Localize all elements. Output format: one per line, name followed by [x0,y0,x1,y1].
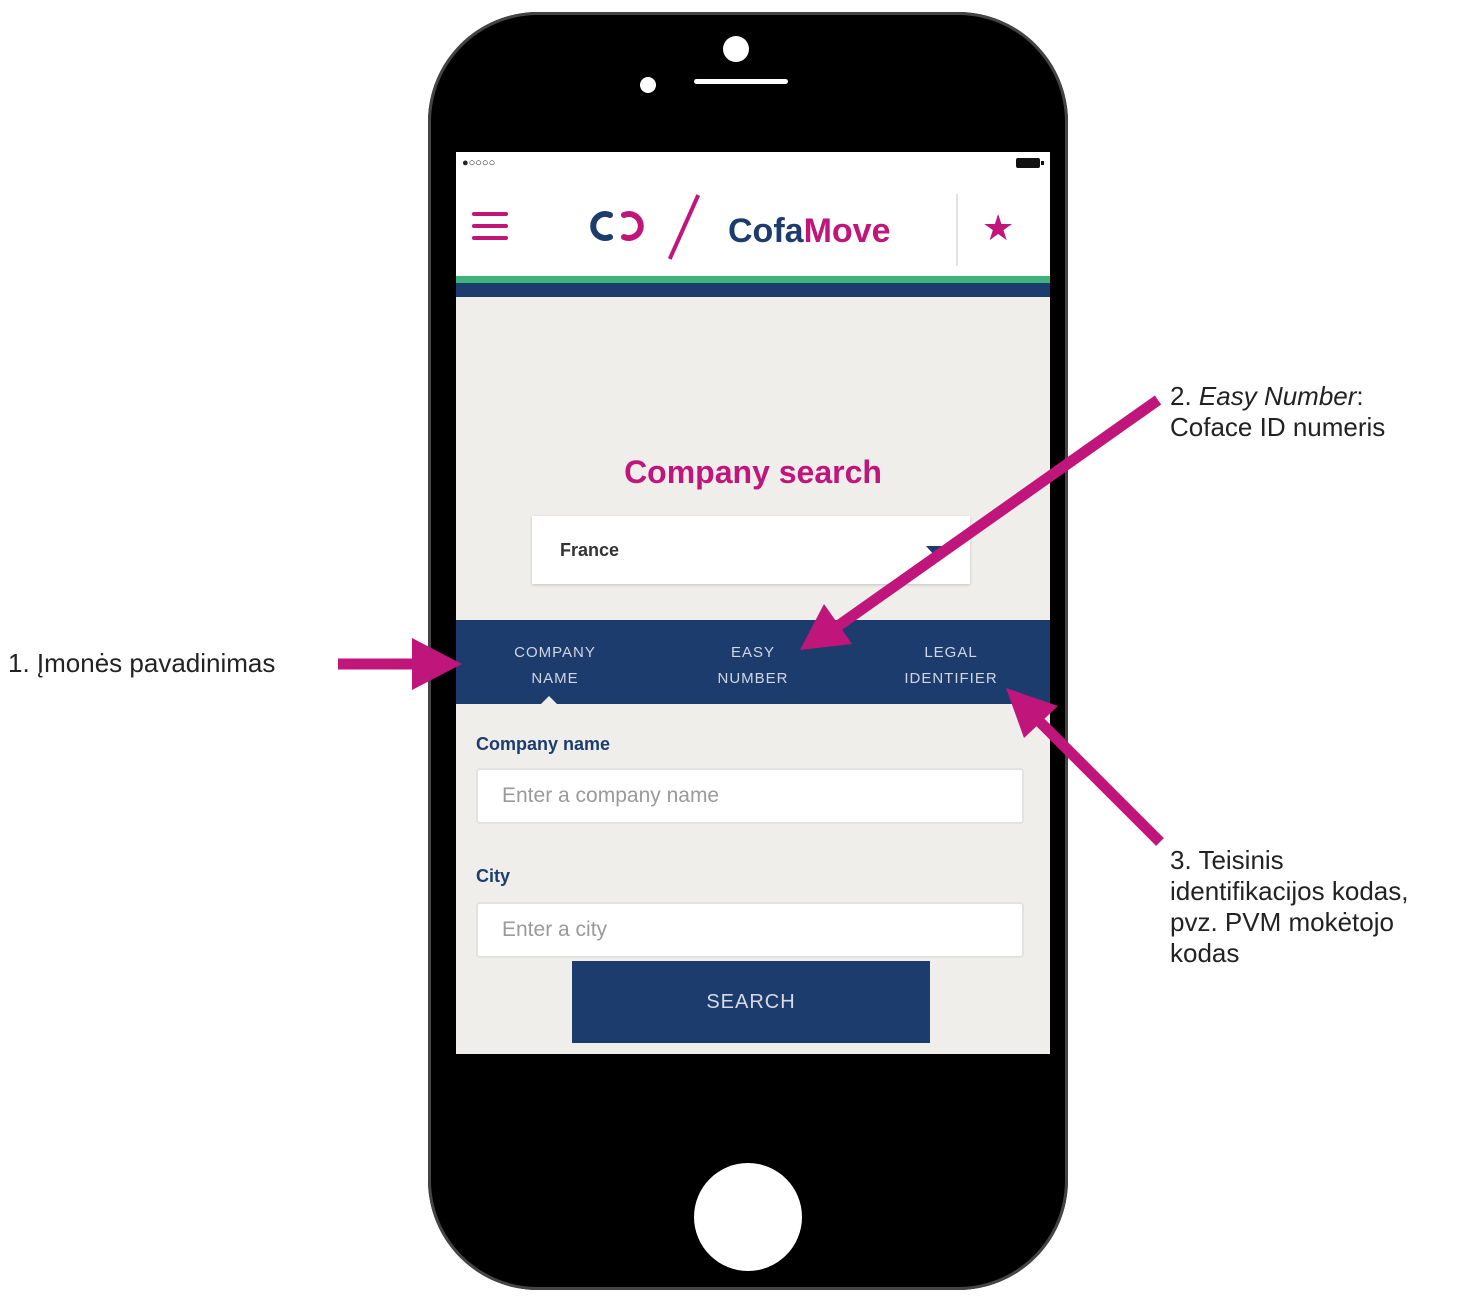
annotation-2-line-1: 2. Easy Number: [1170,381,1385,412]
annotation-2-line-2: Coface ID numeris [1170,412,1386,442]
annotation-3-line-2: identifikacijos kodas, [1170,876,1409,906]
annotation-1: 1. Įmonės pavadinimas [8,648,276,678]
annotation-3: 3. Teisinis identifikacijos kodas, pvz. … [1170,845,1408,969]
annotation-2-term: Easy Number [1198,381,1357,411]
arrow-2 [800,395,1162,650]
arrow-1 [338,638,462,690]
annotation-3-line-3: pvz. PVM mokėtojo [1170,907,1394,937]
annotation-2: 2. Easy Number: Coface ID numeris [1170,381,1385,443]
arrow-3 [1006,688,1164,846]
annotation-2-prefix: 2. [1170,381,1199,411]
annotation-3-line-1: 3. Teisinis [1170,845,1284,875]
annotation-2-suffix: : [1356,381,1364,411]
annotation-3-line-4: kodas [1170,938,1240,968]
